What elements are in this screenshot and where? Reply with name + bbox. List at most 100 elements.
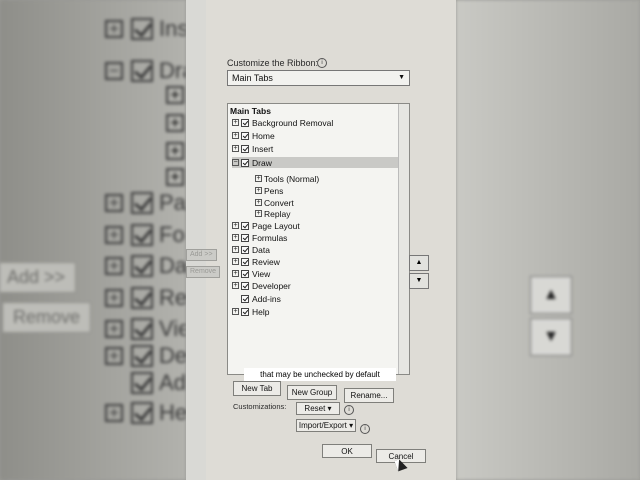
checkbox-checked-icon[interactable] <box>241 144 249 153</box>
background-move-up-icon: ▲ <box>530 276 572 314</box>
expand-icon[interactable]: + <box>232 308 239 315</box>
checkbox-checked-icon <box>131 345 153 367</box>
checkbox-checked-icon <box>131 18 153 40</box>
expand-icon[interactable]: + <box>232 119 239 126</box>
background-item-label: He <box>159 400 186 425</box>
checkbox-checked-icon <box>131 60 153 82</box>
tree-item-convert[interactable]: + Convert <box>255 197 294 208</box>
checkbox-checked-icon[interactable] <box>241 158 249 167</box>
background-list-item: + Ins <box>105 16 186 42</box>
checkbox-checked-icon <box>131 372 153 394</box>
arrow-up-icon: ▲ <box>415 259 423 266</box>
expand-icon: + <box>105 257 123 275</box>
reset-button[interactable]: Reset ▾ <box>296 402 340 415</box>
expand-icon[interactable]: + <box>232 270 239 277</box>
background-left-panel: +Ins−Draw+Pag+For+Dat+Rev+Vie+DevAd+He++… <box>0 0 186 480</box>
expand-icon: + <box>105 226 123 244</box>
move-down-button[interactable]: ▼ <box>409 273 429 289</box>
expand-icon: + <box>166 142 184 160</box>
ribbon-tabs-select[interactable]: Main Tabs ▼ <box>227 70 410 86</box>
checkbox-checked-icon[interactable] <box>241 281 249 290</box>
tree-item-help[interactable]: + Help <box>232 306 269 317</box>
tree-item-tools-normal[interactable]: + Tools (Normal) <box>255 173 319 184</box>
checkbox-checked-icon[interactable] <box>241 233 249 242</box>
tree-item-page-layout[interactable]: + Page Layout <box>232 220 300 231</box>
chevron-down-icon: ▼ <box>398 74 405 81</box>
expand-icon: + <box>105 289 123 307</box>
background-item-label: Vie <box>159 316 186 341</box>
tree-item-view[interactable]: + View <box>232 268 270 279</box>
checkbox-checked-icon <box>131 224 153 246</box>
rename-button[interactable]: Rename... <box>344 388 394 403</box>
checkbox-checked-icon[interactable] <box>241 118 249 127</box>
expand-icon[interactable]: + <box>232 234 239 241</box>
tree-item-label: Add-ins <box>252 293 281 304</box>
tree-scrollbar[interactable] <box>398 104 409 374</box>
expand-icon[interactable]: + <box>232 282 239 289</box>
reset-info-icon[interactable]: i <box>344 405 354 415</box>
checkbox-checked-icon[interactable] <box>241 294 249 303</box>
checkbox-checked-icon[interactable] <box>241 257 249 266</box>
tree-item-home[interactable]: + Home <box>232 130 275 141</box>
ok-button[interactable]: OK <box>322 444 372 458</box>
import-export-info-icon[interactable]: i <box>360 424 370 434</box>
tree-item-label: Tools (Normal) <box>264 173 320 184</box>
tree-item-data[interactable]: + Data <box>232 244 270 255</box>
background-item-label: Pag <box>159 190 186 215</box>
checkbox-checked-icon[interactable] <box>241 221 249 230</box>
expand-icon: + <box>105 347 123 365</box>
ribbon-tabs-tree[interactable]: Main Tabs + Background Removal + Home + Inser… <box>227 103 410 375</box>
remove-button[interactable]: Remove <box>186 266 221 278</box>
move-up-button[interactable]: ▲ <box>409 255 429 271</box>
background-item-label: Ins <box>159 16 186 41</box>
background-right-panel: ▲ ▼ <box>456 0 640 480</box>
expand-icon[interactable]: + <box>255 175 262 182</box>
background-list-item: + Dat <box>105 253 186 279</box>
expand-icon[interactable]: + <box>255 199 262 206</box>
tree-item-label: Home <box>252 130 275 141</box>
tree-item-draw[interactable]: − Draw <box>232 157 399 168</box>
tree-item-label: View <box>252 268 271 279</box>
expand-icon[interactable]: + <box>232 258 239 265</box>
checkbox-checked-icon[interactable] <box>241 131 249 140</box>
arrow-down-icon: ▼ <box>415 277 423 284</box>
tree-item-add-ins[interactable]: Add-ins <box>232 293 281 304</box>
background-list-item: + For <box>105 222 186 248</box>
tree-item-pens[interactable]: + Pens <box>255 185 283 196</box>
expand-icon[interactable]: + <box>255 210 262 217</box>
checkbox-checked-icon <box>131 287 153 309</box>
checkbox-checked-icon[interactable] <box>241 245 249 254</box>
import-export-button[interactable]: Import/Export ▾ <box>296 419 356 432</box>
tree-item-label: Pens <box>264 185 284 196</box>
tree-item-insert[interactable]: + Insert <box>232 143 273 154</box>
expand-icon[interactable]: + <box>255 187 262 194</box>
tree-item-review[interactable]: + Review <box>232 256 280 267</box>
expand-icon[interactable]: + <box>232 222 239 229</box>
checkbox-checked-icon <box>131 192 153 214</box>
checkbox-checked-icon[interactable] <box>241 269 249 278</box>
tree-item-formulas[interactable]: + Formulas <box>232 232 287 243</box>
new-tab-button[interactable]: New Tab <box>233 381 281 396</box>
background-item-label: For <box>159 222 186 247</box>
tree-item-replay[interactable]: + Replay <box>255 208 290 219</box>
background-item-label: Dat <box>159 253 186 278</box>
background-item-label: Rev <box>159 285 186 310</box>
background-list-item: + Pag <box>105 190 186 216</box>
expand-icon[interactable]: + <box>232 145 239 152</box>
background-list-item: + Rev <box>105 285 186 311</box>
tree-item-background-removal[interactable]: + Background Removal <box>232 117 333 128</box>
customize-info-icon[interactable]: i <box>317 58 327 68</box>
tree-item-label: Review <box>252 256 280 267</box>
customize-ribbon-label: Customize the Ribbon: <box>227 58 319 68</box>
tree-item-developer[interactable]: + Developer <box>232 280 291 291</box>
add-button[interactable]: Add >> <box>186 249 217 261</box>
expand-icon: + <box>105 404 123 422</box>
expand-icon[interactable]: + <box>232 132 239 139</box>
tree-item-label: Data <box>252 244 270 255</box>
new-group-button[interactable]: New Group <box>287 385 337 400</box>
collapse-icon[interactable]: − <box>232 159 239 166</box>
expand-icon[interactable]: + <box>232 246 239 253</box>
tree-item-label: Formulas <box>252 232 288 243</box>
tree-item-label: Background Removal <box>252 117 334 128</box>
checkbox-checked-icon[interactable] <box>241 307 249 316</box>
